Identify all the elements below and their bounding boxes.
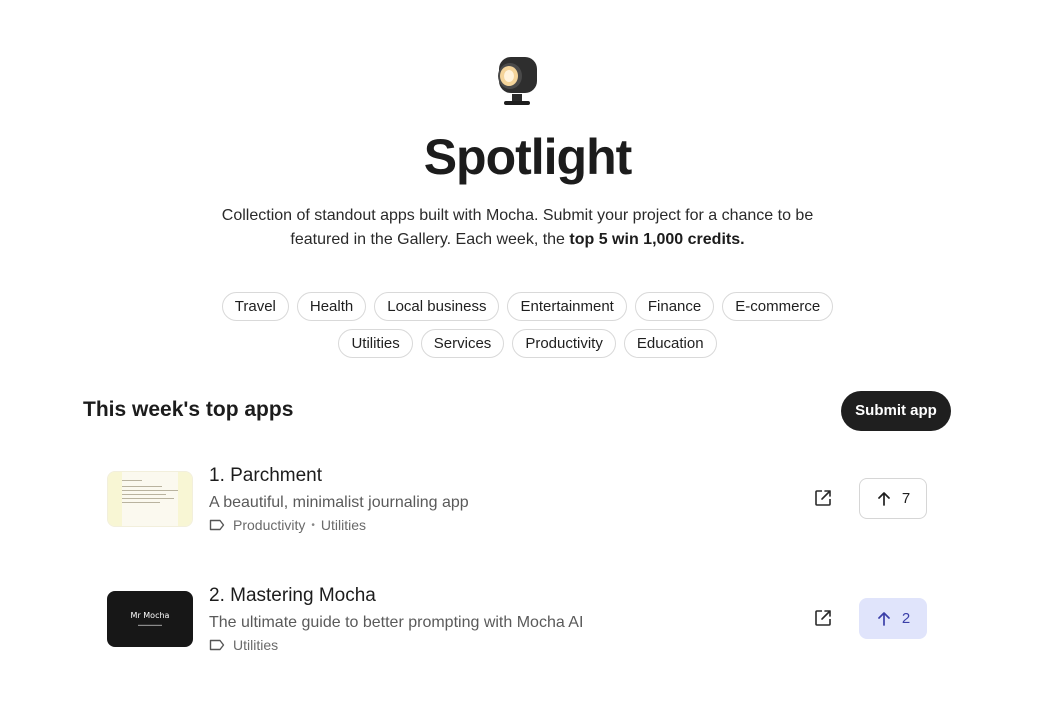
submit-app-button[interactable]: Submit app [841, 391, 951, 431]
thumbnail-line [122, 480, 142, 481]
category-filters-row-2: Utilities Services Productivity Educatio… [0, 329, 1055, 358]
arrow-up-icon [877, 611, 890, 626]
app-thumbnail[interactable]: Mr Mocha ▬▬▬▬▬▬ [107, 591, 193, 647]
page-title: Spotlight [423, 129, 633, 185]
category-chip-ecommerce[interactable]: E-commerce [722, 292, 834, 321]
tag-separator: • [311, 519, 315, 531]
app-tags: Productivity • Utilities [209, 517, 366, 533]
category-filters-row-1: Travel Health Local business Entertainme… [0, 292, 1055, 321]
app-tag: Utilities [233, 637, 279, 653]
category-chip-travel[interactable]: Travel [221, 292, 289, 321]
thumbnail-line [122, 498, 174, 499]
category-chip-entertainment[interactable]: Entertainment [507, 292, 627, 321]
thumbnail-decoration [108, 472, 122, 526]
app-tag: Utilities [320, 517, 366, 533]
vote-count: 2 [901, 610, 911, 627]
tag-icon [209, 639, 225, 651]
thumbnail-decoration [178, 472, 192, 526]
app-thumbnail[interactable] [107, 471, 193, 527]
app-description: The ultimate guide to better prompting w… [209, 614, 584, 631]
category-chip-services[interactable]: Services [420, 329, 505, 358]
category-chip-health[interactable]: Health [296, 292, 367, 321]
thumbnail-line [122, 486, 162, 487]
upvote-button[interactable]: 2 [859, 598, 927, 639]
app-list-item[interactable]: 1. Parchment A beautiful, minimalist jou… [107, 463, 927, 535]
section-title: This week's top apps [83, 398, 294, 421]
category-chip-productivity[interactable]: Productivity [512, 329, 616, 358]
app-list-item[interactable]: Mr Mocha ▬▬▬▬▬▬ 2. Mastering Mocha The u… [107, 583, 927, 655]
external-link-icon[interactable] [813, 488, 833, 508]
thumbnail-line [122, 490, 178, 491]
app-name[interactable]: 1. Parchment [209, 465, 322, 487]
app-tag: Productivity [233, 517, 306, 533]
app-tags: Utilities [209, 637, 278, 653]
category-chip-utilities[interactable]: Utilities [338, 329, 413, 358]
page-subtitle: Collection of standout apps built with M… [210, 204, 825, 252]
category-chip-education[interactable]: Education [623, 329, 717, 358]
external-link-icon[interactable] [813, 608, 833, 628]
thumbnail-subtext: ▬▬▬▬▬▬ [138, 622, 162, 627]
tag-icon [209, 519, 225, 531]
upvote-button[interactable]: 7 [859, 478, 927, 519]
thumbnail-text: Mr Mocha [130, 611, 170, 620]
spotlight-lamp-icon [498, 57, 537, 105]
category-chip-local-business[interactable]: Local business [374, 292, 500, 321]
subtitle-highlight: top 5 win 1,000 credits. [569, 231, 745, 248]
thumbnail-line [122, 502, 160, 503]
category-chip-finance[interactable]: Finance [634, 292, 715, 321]
arrow-up-icon [877, 491, 890, 506]
app-name[interactable]: 2. Mastering Mocha [209, 585, 376, 607]
vote-count: 7 [901, 490, 911, 507]
thumbnail-line [122, 494, 166, 495]
app-description: A beautiful, minimalist journaling app [209, 494, 469, 511]
